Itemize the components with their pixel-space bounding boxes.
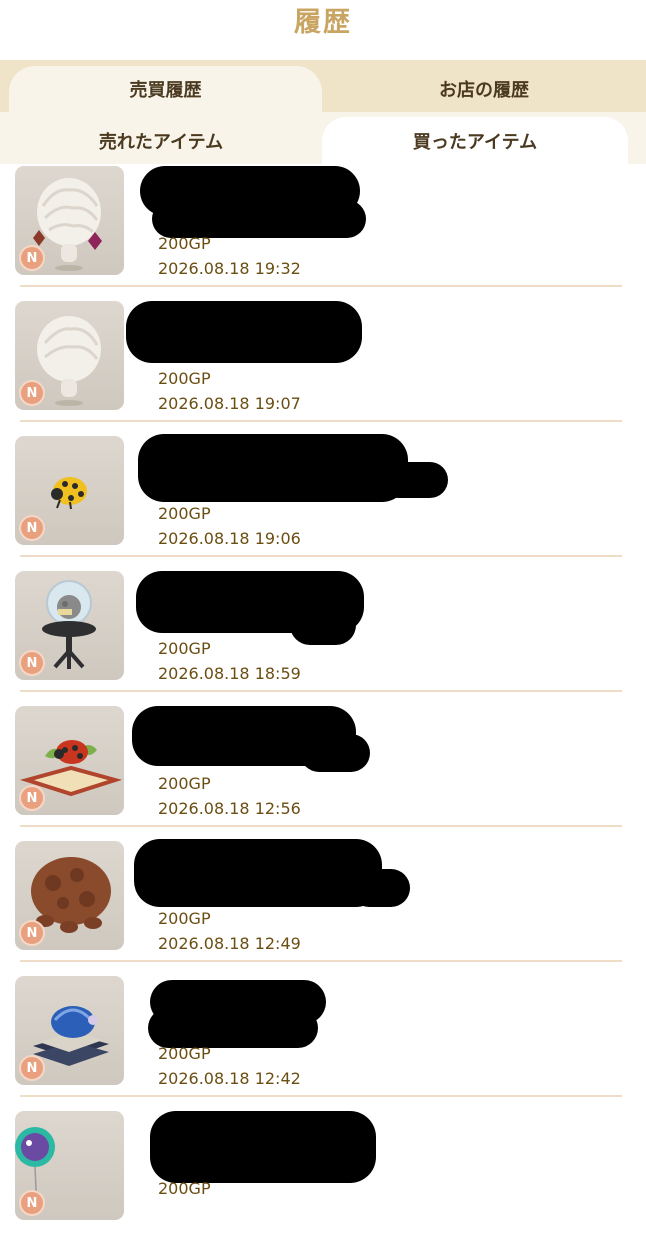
rarity-badge: N: [19, 920, 45, 946]
rarity-badge: N: [19, 1190, 45, 1216]
row-divider: [20, 825, 622, 827]
list-item[interactable]: N 200GP 2026.08.18 19:06: [0, 434, 646, 569]
redacted-item-name: [350, 869, 410, 907]
item-thumbnail: N: [15, 706, 124, 815]
tab-bought-items[interactable]: 買ったアイテム: [322, 117, 628, 164]
row-divider: [20, 555, 622, 557]
rarity-badge: N: [19, 1055, 45, 1081]
rarity-badge: N: [19, 785, 45, 811]
item-thumbnail: N: [15, 436, 124, 545]
item-price: 200GP: [158, 774, 211, 793]
tab-trade-history[interactable]: 売買履歴: [9, 66, 322, 112]
item-price: 200GP: [158, 234, 211, 253]
item-date: 2026.08.18 19:07: [158, 394, 301, 413]
item-price: 200GP: [158, 369, 211, 388]
item-thumbnail: N: [15, 166, 124, 275]
item-price: 200GP: [158, 909, 211, 928]
item-date: 2026.08.18 12:56: [158, 799, 301, 818]
item-price: 200GP: [158, 639, 211, 658]
item-date: 2026.08.18 19:32: [158, 259, 301, 278]
row-divider: [20, 960, 622, 962]
item-date: 2026.08.18 18:59: [158, 664, 301, 683]
tab-sold-items[interactable]: 売れたアイテム: [0, 117, 322, 164]
list-item[interactable]: N 200GP 2026.08.18 12:56: [0, 704, 646, 839]
item-thumbnail: N: [15, 841, 124, 950]
item-thumbnail: N: [15, 571, 124, 680]
sub-tabs: 売れたアイテム 買ったアイテム: [0, 112, 646, 164]
redacted-item-name: [300, 734, 370, 772]
redacted-item-name: [290, 605, 356, 645]
row-divider: [20, 1095, 622, 1097]
list-item[interactable]: N 200GP 2026.08.18 18:59: [0, 569, 646, 704]
rarity-badge: N: [19, 515, 45, 541]
rarity-badge: N: [19, 650, 45, 676]
page-title: 履歴: [294, 6, 352, 38]
main-tabs: 売買履歴 お店の履歴: [0, 60, 646, 112]
rarity-badge: N: [19, 380, 45, 406]
redacted-item-name: [134, 839, 382, 907]
item-price: 200GP: [158, 504, 211, 523]
redacted-item-name: [152, 200, 366, 238]
redacted-item-name: [380, 462, 448, 498]
redacted-item-name: [138, 434, 408, 502]
rarity-badge: N: [19, 245, 45, 271]
list-item[interactable]: N 200GP: [0, 1109, 646, 1244]
redacted-item-name: [150, 1111, 376, 1183]
redacted-item-name: [148, 1008, 318, 1048]
row-divider: [20, 285, 622, 287]
list-item[interactable]: N 200GP 2026.08.18 19:07: [0, 299, 646, 434]
item-thumbnail: N: [15, 976, 124, 1085]
item-date: 2026.08.18 12:49: [158, 934, 301, 953]
item-thumbnail: N: [15, 1111, 124, 1220]
list-item[interactable]: N 200GP 2026.08.18 19:32: [0, 164, 646, 299]
row-divider: [20, 690, 622, 692]
row-divider: [20, 420, 622, 422]
item-price: 200GP: [158, 1044, 211, 1063]
list-item[interactable]: N 200GP 2026.08.18 12:49: [0, 839, 646, 974]
list-item[interactable]: N 200GP 2026.08.18 12:42: [0, 974, 646, 1109]
item-date: 2026.08.18 12:42: [158, 1069, 301, 1088]
item-date: 2026.08.18 19:06: [158, 529, 301, 548]
tab-shop-history[interactable]: お店の履歴: [322, 66, 646, 112]
app-header: 履歴: [0, 0, 646, 60]
item-price: 200GP: [158, 1179, 211, 1198]
item-thumbnail: N: [15, 301, 124, 410]
history-list: N 200GP 2026.08.18 19:32 N 200GP 2026.08…: [0, 164, 646, 1244]
redacted-item-name: [126, 301, 362, 363]
